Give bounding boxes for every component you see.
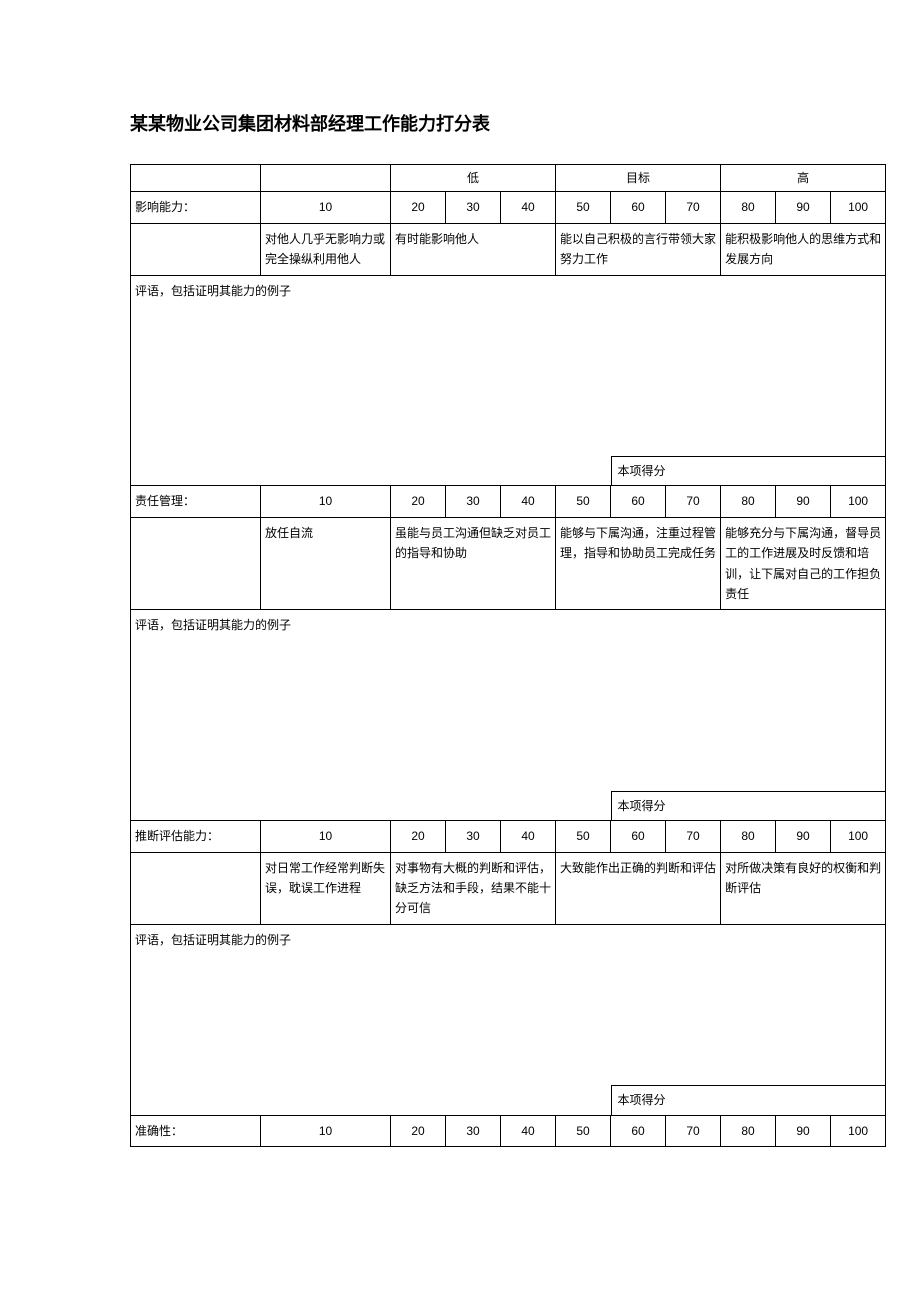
- section-1-comment-label: 评语，包括证明其能力的例子: [131, 275, 886, 306]
- score-80: 80: [721, 821, 776, 852]
- scoring-table: 低 目标 高 影响能力： 10 20 30 40 50 60 70 80 90 …: [130, 164, 886, 1147]
- score-10: 10: [261, 821, 391, 852]
- score-40: 40: [501, 486, 556, 517]
- header-target: 目标: [556, 165, 721, 192]
- section-3-comment-area[interactable]: [131, 955, 611, 1115]
- section-2-desc-3: 能够与下属沟通，注重过程管理，指导和协助员工完成任务: [556, 517, 721, 610]
- score-20: 20: [391, 1115, 446, 1146]
- score-100: 100: [831, 821, 886, 852]
- score-100: 100: [831, 486, 886, 517]
- score-10: 10: [261, 192, 391, 223]
- section-2-score-label: 本项得分: [611, 791, 886, 820]
- score-70: 70: [666, 1115, 721, 1146]
- section-3-desc-4: 对所做决策有良好的权衡和判断评估: [721, 852, 886, 924]
- header-low: 低: [391, 165, 556, 192]
- score-100: 100: [831, 192, 886, 223]
- score-20: 20: [391, 486, 446, 517]
- score-80: 80: [721, 192, 776, 223]
- score-50: 50: [556, 1115, 611, 1146]
- score-30: 30: [446, 821, 501, 852]
- score-20: 20: [391, 192, 446, 223]
- section-1-comment-area[interactable]: [131, 306, 611, 486]
- score-50: 50: [556, 821, 611, 852]
- score-40: 40: [501, 821, 556, 852]
- score-80: 80: [721, 486, 776, 517]
- score-90: 90: [776, 1115, 831, 1146]
- header-blank-2: [261, 165, 391, 192]
- score-50: 50: [556, 192, 611, 223]
- score-30: 30: [446, 192, 501, 223]
- score-10: 10: [261, 486, 391, 517]
- section-2-blank: [131, 517, 261, 610]
- section-2-desc-1: 放任自流: [261, 517, 391, 610]
- section-1-desc-2: 有时能影响他人: [391, 223, 556, 275]
- section-3-blank: [131, 852, 261, 924]
- score-30: 30: [446, 486, 501, 517]
- section-1-desc-3: 能以自己积极的言行带领大家努力工作: [556, 223, 721, 275]
- header-blank-1: [131, 165, 261, 192]
- score-70: 70: [666, 821, 721, 852]
- section-2-comment-label: 评语，包括证明其能力的例子: [131, 610, 886, 641]
- section-3-desc-1: 对日常工作经常判断失误，耽误工作进程: [261, 852, 391, 924]
- score-50: 50: [556, 486, 611, 517]
- score-60: 60: [611, 1115, 666, 1146]
- section-3-desc-2: 对事物有大概的判断和评估，缺乏方法和手段，结果不能十分可信: [391, 852, 556, 924]
- header-high: 高: [721, 165, 886, 192]
- section-1-desc-1: 对他人几乎无影响力或完全操纵利用他人: [261, 223, 391, 275]
- score-70: 70: [666, 486, 721, 517]
- section-3-score-label: 本项得分: [611, 1085, 886, 1114]
- section-2-desc-2: 虽能与员工沟通但缺乏对员工的指导和协助: [391, 517, 556, 610]
- score-40: 40: [501, 1115, 556, 1146]
- section-4-label: 准确性：: [131, 1115, 261, 1146]
- score-40: 40: [501, 192, 556, 223]
- score-100: 100: [831, 1115, 886, 1146]
- section-2-comment-area[interactable]: [131, 641, 611, 821]
- section-1-desc-4: 能积极影响他人的思维方式和发展方向: [721, 223, 886, 275]
- score-90: 90: [776, 821, 831, 852]
- score-80: 80: [721, 1115, 776, 1146]
- score-20: 20: [391, 821, 446, 852]
- section-1-score-label: 本项得分: [611, 456, 886, 485]
- section-1-label: 影响能力：: [131, 192, 261, 223]
- score-60: 60: [611, 192, 666, 223]
- score-60: 60: [611, 821, 666, 852]
- score-90: 90: [776, 486, 831, 517]
- score-60: 60: [611, 486, 666, 517]
- section-3-desc-3: 大致能作出正确的判断和评估: [556, 852, 721, 924]
- section-3-label: 推断评估能力：: [131, 821, 261, 852]
- score-90: 90: [776, 192, 831, 223]
- section-2-desc-4: 能够充分与下属沟通，督导员工的工作进展及时反馈和培训，让下属对自己的工作担负责任: [721, 517, 886, 610]
- score-10: 10: [261, 1115, 391, 1146]
- section-3-comment-label: 评语，包括证明其能力的例子: [131, 924, 886, 955]
- page-title: 某某物业公司集团材料部经理工作能力打分表: [130, 110, 880, 136]
- section-1-blank: [131, 223, 261, 275]
- section-2-label: 责任管理：: [131, 486, 261, 517]
- score-30: 30: [446, 1115, 501, 1146]
- score-70: 70: [666, 192, 721, 223]
